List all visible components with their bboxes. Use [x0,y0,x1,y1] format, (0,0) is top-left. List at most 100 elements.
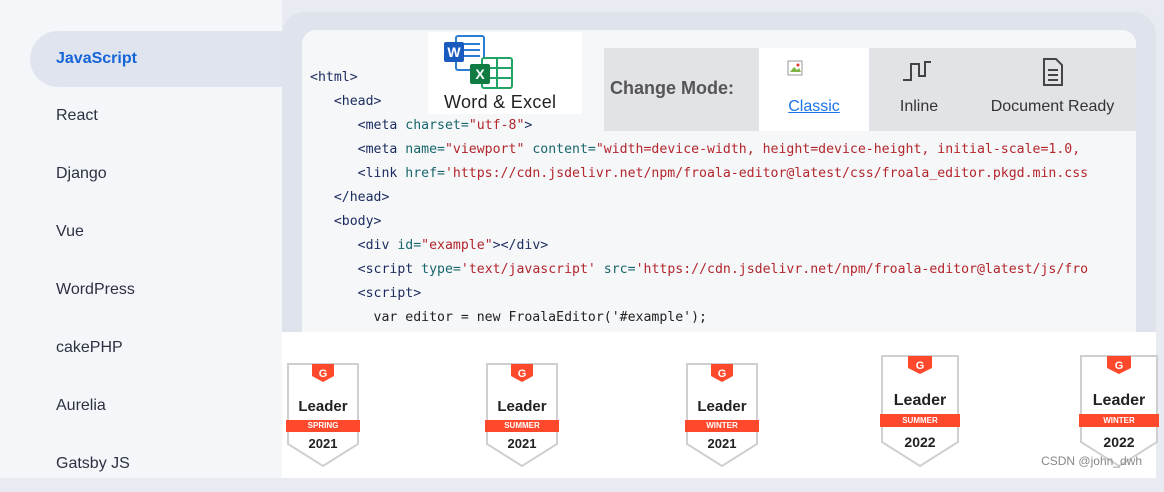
code-line: <link href='https://cdn.jsdelivr.net/npm… [310,162,1136,186]
sidebar-item-cakephp[interactable]: cakePHP [30,320,282,376]
code-token: <head> [333,94,382,109]
badge-title: Leader [298,398,348,415]
g2-logo-text: G [1115,360,1124,372]
code-token: <script> [357,286,422,301]
badge-title: Leader [697,398,747,415]
g2-logo-text: G [718,368,727,380]
sidebar-item-label: Vue [56,223,84,240]
code-token: "viewport" [444,142,525,157]
code-token: content= [524,142,596,157]
code-token: type= [421,262,461,277]
code-line: <script> [310,282,1136,306]
code-line: <body> [310,210,1136,234]
code-token: <html> [310,70,358,85]
code-token: var editor = new FroalaEditor('#example'… [310,310,707,325]
g2-shield-icon: G [485,363,559,468]
sidebar-item-label: Django [56,165,107,182]
mode-tab-label: Document Ready [990,98,1115,115]
sidebar-item-react[interactable]: React [30,88,282,144]
code-line: <meta name="viewport" content="width=dev… [310,138,1136,162]
broken-image-icon [787,60,803,76]
code-line: <div id="example"></div> [310,234,1136,258]
g2-badge: G Leader WINTER 2022 [1079,354,1159,468]
badge-title: Leader [497,398,547,415]
mode-title: Change Mode: [610,78,734,98]
sidebar-item-django[interactable]: Django [30,146,282,202]
excel-icon: X [470,57,513,89]
mode-bar: Change Mode: Classic Inline Document Rea… [604,48,1136,131]
mode-tab-label: Inline [899,98,939,115]
watermark: CSDN @john_dwh [1041,454,1142,468]
code-line: var editor = new FroalaEditor('#example'… [310,306,1136,330]
g2-badge: G Leader SPRING 2021 [286,362,360,468]
g2-badge: G Leader SUMMER 2022 [880,354,960,468]
badge-year: 2022 [904,434,936,450]
svg-text:X: X [475,66,485,82]
g2-logo-text: G [319,368,328,380]
code-token: "utf-8" [468,118,525,133]
code-token: <script [357,262,422,277]
inline-icon [903,61,931,81]
g2-shield-icon: G [685,363,759,468]
code-token: <div [357,238,398,253]
document-icon [1043,58,1063,86]
code-token: 'https://cdn.jsdelivr.net/npm/froala-edi… [444,166,1089,181]
code-token: href= [405,166,445,181]
g2-shield-icon: G [286,363,360,468]
badge-year: 2021 [308,436,338,451]
g2-logo-text: G [518,368,527,380]
badge-season: WINTER [706,421,738,430]
badge-season: SPRING [307,421,339,430]
badge-year: 2021 [507,436,537,451]
code-token: <body> [333,214,382,229]
g2-badge: G Leader SUMMER 2021 [485,362,559,468]
sidebar-item-label: Aurelia [56,397,106,414]
sidebar-item-label: WordPress [56,281,135,298]
g2-shield-icon: G [880,355,960,468]
g2-badge: G Leader WINTER 2021 [685,362,759,468]
code-token: charset= [405,118,469,133]
code-line: <script type='text/javascript' src='http… [310,258,1136,282]
code-token: ></div> [492,238,549,253]
word-excel-badge: W X Word & Excel [428,32,582,114]
sidebar-item-wordpress[interactable]: WordPress [30,262,282,318]
badge-season: SUMMER [504,421,540,430]
sidebar-item-javascript[interactable]: JavaScript [30,31,282,87]
badge-title: Leader [1092,392,1146,409]
sidebar-item-gatsby[interactable]: Gatsby JS [30,436,282,492]
badge-title: Leader [893,392,947,409]
mode-tab-inline[interactable]: Inline [869,48,969,131]
code-token: <meta [357,142,406,157]
code-token: 'text/javascript' [460,262,596,277]
badge-year: 2022 [1103,434,1135,450]
code-line: </head> [310,186,1136,210]
mode-tab-classic[interactable]: Classic [759,48,869,131]
badge-year: 2021 [707,436,737,451]
svg-text:W: W [447,44,461,60]
code-token: name= [405,142,445,157]
sidebar-item-label: JavaScript [56,50,137,67]
code-token: "example" [421,238,493,253]
code-token: <link [357,166,406,181]
mode-tab-document-ready[interactable]: Document Ready [969,48,1136,131]
sidebar-item-label: cakePHP [56,339,123,356]
sidebar-item-aurelia[interactable]: Aurelia [30,378,282,434]
mode-tab-label: Classic [788,98,840,115]
code-token: id= [397,238,422,253]
g2-logo-text: G [916,360,925,372]
code-token: 'https://cdn.jsdelivr.net/npm/froala-edi… [635,262,1089,277]
sidebar-item-label: React [56,107,98,124]
sidebar-item-vue[interactable]: Vue [30,204,282,260]
code-token: "width=device-width, height=device-heigh… [595,142,1081,157]
code-token: > [524,118,533,133]
sidebar-item-label: Gatsby JS [56,455,130,472]
